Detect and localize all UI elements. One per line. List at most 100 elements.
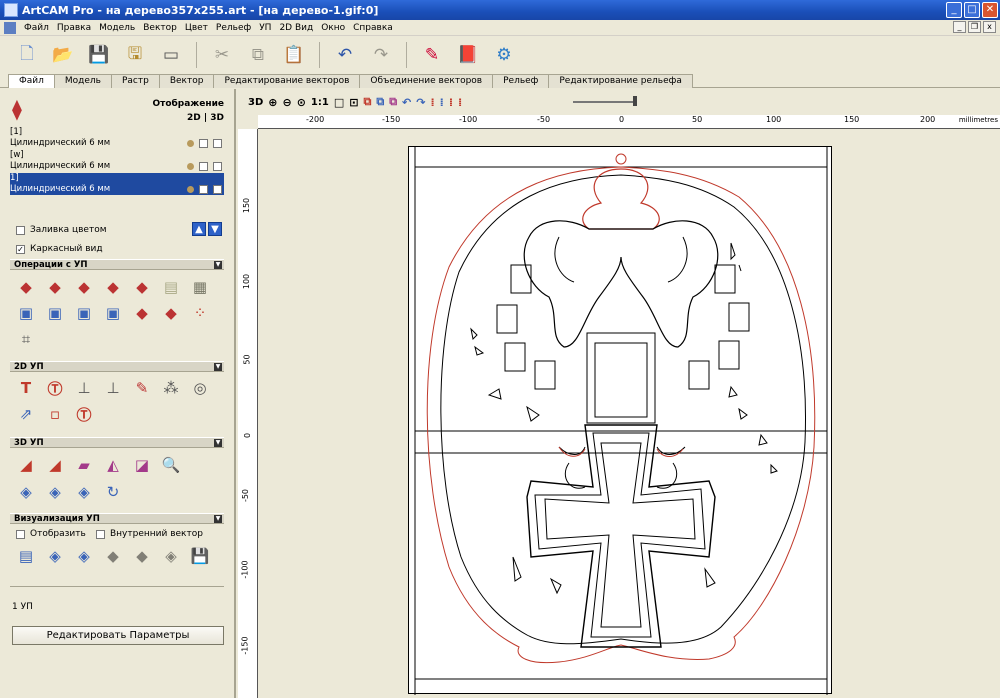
paste-icon[interactable]: 📋: [279, 40, 309, 70]
show-checkbox[interactable]: [199, 185, 208, 194]
chevron-down-icon[interactable]: ▼: [214, 515, 222, 523]
section-2d-toolpaths[interactable]: 2D УП ▼: [10, 361, 224, 372]
wizard-icon[interactable]: ⚙: [489, 40, 519, 70]
tab-file[interactable]: Файл: [8, 74, 55, 88]
menu-help[interactable]: Справка: [349, 23, 397, 33]
inner-vector-checkbox[interactable]: [96, 529, 105, 539]
inner-vector-option[interactable]: Внутренний вектор: [96, 529, 203, 539]
toolpath-op-icon[interactable]: ▣: [14, 301, 38, 325]
z-level-icon[interactable]: ▰: [72, 453, 96, 477]
vector-artwork[interactable]: [409, 147, 833, 695]
machine-vectors-icon[interactable]: ⇗: [14, 402, 38, 426]
toolpath-op-icon[interactable]: ◆: [43, 275, 67, 299]
area-clearance-icon[interactable]: Ⓣ: [43, 376, 67, 400]
layers-icon[interactable]: ⧉: [363, 95, 371, 109]
color-icon[interactable]: ⧉: [376, 95, 384, 109]
toolpath-op-icon[interactable]: ⁘: [188, 301, 212, 325]
toolpath-op-icon[interactable]: ◆: [130, 275, 154, 299]
zoom-slider-thumb[interactable]: [633, 96, 637, 106]
roughing-icon[interactable]: ◢: [43, 453, 67, 477]
chevron-down-icon[interactable]: ▼: [214, 261, 222, 269]
show-checkbox[interactable]: [199, 162, 208, 171]
view-toggle[interactable]: 2D | 3D: [187, 113, 224, 123]
simulate-checkbox[interactable]: [213, 185, 222, 194]
texture-icon[interactable]: Ⓣ: [72, 402, 96, 426]
simulate-icon[interactable]: ◈: [43, 544, 67, 568]
menu-edit[interactable]: Правка: [53, 23, 95, 33]
fill-color-checkbox[interactable]: [16, 225, 25, 235]
menu-color[interactable]: Цвет: [181, 23, 212, 33]
chevron-down-icon[interactable]: ▼: [214, 363, 222, 371]
menu-relief[interactable]: Рельеф: [212, 23, 255, 33]
collision-check-icon[interactable]: ◈: [72, 480, 96, 504]
inlay-icon[interactable]: ⁂: [159, 376, 183, 400]
toolpath-op-icon[interactable]: ◆: [159, 301, 183, 325]
vector-tool-icon[interactable]: ⁞: [458, 96, 462, 109]
toolpath-op-icon[interactable]: ▣: [72, 301, 96, 325]
tab-relief[interactable]: Рельеф: [492, 74, 550, 88]
window-frame-icon[interactable]: ▭: [156, 40, 186, 70]
redo-icon[interactable]: ↷: [416, 96, 425, 109]
model-sheet[interactable]: [408, 146, 833, 695]
v-bit-icon[interactable]: ⊥: [101, 376, 125, 400]
show-checkbox[interactable]: [199, 139, 208, 148]
section-3d-toolpaths[interactable]: 3D УП ▼: [10, 437, 224, 448]
minimize-button[interactable]: _: [946, 2, 962, 18]
save-as-icon[interactable]: 🖫: [120, 40, 150, 70]
doc-restore-button[interactable]: ❐: [968, 21, 981, 33]
toolpath-op-icon[interactable]: ◆: [130, 301, 154, 325]
rest-machining-icon[interactable]: ◪: [130, 453, 154, 477]
section-visualization[interactable]: Визуализация УП ▼: [10, 513, 224, 524]
tab-model[interactable]: Модель: [53, 74, 112, 88]
tab-relief-editing[interactable]: Редактирование рельефа: [548, 74, 693, 88]
machine-relief-icon[interactable]: ◢: [14, 453, 38, 477]
zoom-out-icon[interactable]: ⊖: [282, 96, 291, 109]
move-down-icon[interactable]: ▼: [208, 222, 222, 236]
wireframe-checkbox[interactable]: ✓: [16, 244, 25, 254]
toolpath-item[interactable]: Цилиндрический 6 мм: [10, 161, 224, 172]
wireframe-option[interactable]: ✓ Каркасный вид: [16, 244, 103, 254]
menu-window[interactable]: Окно: [317, 23, 349, 33]
zoom-in-icon[interactable]: ⊕: [268, 96, 277, 109]
finishing-icon[interactable]: ◭: [101, 453, 125, 477]
toolpath-op-icon[interactable]: ▤: [159, 275, 183, 299]
profiling-icon[interactable]: T: [14, 376, 38, 400]
drilling-icon[interactable]: ⊥: [72, 376, 96, 400]
maximize-button[interactable]: □: [964, 2, 980, 18]
simulate-icon[interactable]: ◈: [72, 544, 96, 568]
doc-minimize-button[interactable]: _: [953, 21, 966, 33]
edit-parameters-button[interactable]: Редактировать Параметры: [12, 626, 224, 645]
grid-icon[interactable]: ⊡: [349, 96, 358, 109]
vector-tool-icon[interactable]: ⁞: [449, 96, 453, 109]
show-checkbox[interactable]: [16, 529, 25, 539]
tab-vector-editing[interactable]: Редактирование векторов: [213, 74, 361, 88]
zoom-box-icon[interactable]: ⊙: [297, 96, 306, 109]
simulate-checkbox[interactable]: [213, 162, 222, 171]
chevron-down-icon[interactable]: ▼: [214, 439, 222, 447]
simulate-icon[interactable]: ◆: [101, 544, 125, 568]
toolpath-item[interactable]: Цилиндрический 6 мм: [10, 138, 224, 149]
cut-icon[interactable]: ✂: [207, 40, 237, 70]
save-toolpath-icon[interactable]: 💾: [188, 544, 212, 568]
save-icon[interactable]: 💾: [84, 40, 114, 70]
open-folder-icon[interactable]: 📂: [48, 40, 78, 70]
book-icon[interactable]: 📕: [453, 40, 483, 70]
3d-view-button[interactable]: 3D: [248, 97, 263, 108]
simulate-icon[interactable]: ◆: [130, 544, 154, 568]
copy-icon[interactable]: ⧉: [243, 40, 273, 70]
engraving-icon[interactable]: ✎: [130, 376, 154, 400]
toolpath-op-icon[interactable]: ◆: [72, 275, 96, 299]
pencil-toolpath-icon[interactable]: ◈: [14, 480, 38, 504]
vector-tool-icon[interactable]: ⁞: [440, 96, 444, 109]
simulate-icon[interactable]: ◈: [159, 544, 183, 568]
tab-vector-merge[interactable]: Объединение векторов: [359, 74, 494, 88]
rotate-toolpath-icon[interactable]: ↻: [101, 480, 125, 504]
toolpath-op-icon[interactable]: ▣: [101, 301, 125, 325]
new-file-icon[interactable]: 🗋: [12, 40, 42, 70]
scale-button[interactable]: 1:1: [311, 97, 329, 108]
bevel-icon[interactable]: ◎: [188, 376, 212, 400]
menu-toolpaths[interactable]: УП: [255, 23, 275, 33]
redo-icon[interactable]: ↷: [366, 40, 396, 70]
vector-tool-icon[interactable]: ⁞: [430, 96, 434, 109]
toolpath-op-icon[interactable]: ⌗: [14, 327, 38, 351]
